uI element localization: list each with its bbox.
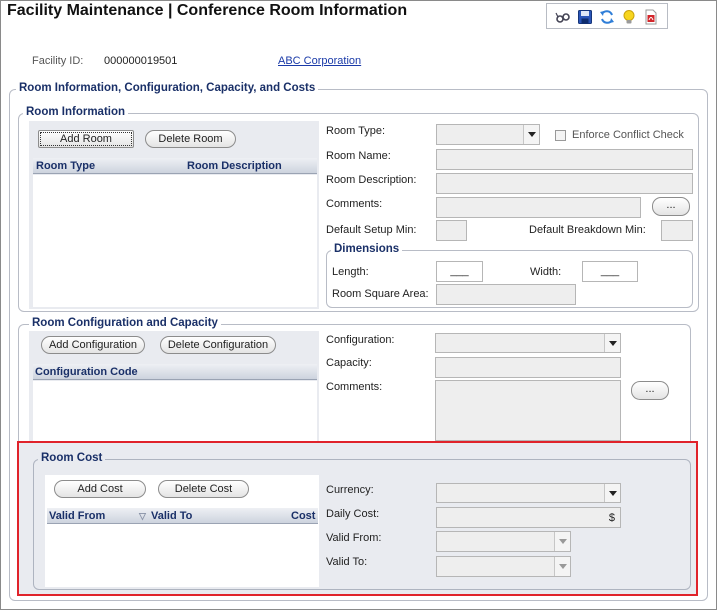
- room-type-label: Room Type:: [326, 125, 386, 137]
- room-comments-label: Comments:: [326, 198, 383, 210]
- length-value: ___: [450, 265, 469, 277]
- chevron-down-icon[interactable]: [523, 125, 539, 144]
- pdf-icon[interactable]: [643, 9, 659, 25]
- room-square-area-field[interactable]: [436, 284, 576, 305]
- chevron-down-icon[interactable]: [604, 334, 620, 352]
- width-field[interactable]: ___: [582, 261, 638, 282]
- length-field[interactable]: ___: [436, 261, 483, 282]
- default-setup-label: Default Setup Min:: [326, 224, 417, 236]
- room-description-field[interactable]: [436, 173, 693, 194]
- company-link[interactable]: ABC Corporation: [278, 55, 361, 67]
- default-breakdown-label: Default Breakdown Min:: [529, 224, 646, 236]
- capacity-field[interactable]: [435, 357, 621, 378]
- enforce-conflict-label: Enforce Conflict Check: [572, 129, 684, 141]
- toolbar: [546, 3, 668, 29]
- refresh-icon[interactable]: [599, 9, 615, 25]
- room-comments-ellipsis-button[interactable]: ...: [652, 197, 690, 216]
- room-comments-field[interactable]: [436, 197, 641, 218]
- add-configuration-button[interactable]: Add Configuration: [41, 336, 145, 354]
- add-room-button[interactable]: Add Room: [38, 130, 134, 148]
- delete-room-button[interactable]: Delete Room: [145, 130, 236, 148]
- room-grid-body[interactable]: [33, 175, 317, 307]
- configuration-comments-label: Comments:: [326, 381, 383, 393]
- enforce-conflict-checkbox[interactable]: [555, 130, 566, 141]
- highlight-box: [17, 441, 698, 596]
- room-description-column[interactable]: Room Description: [187, 160, 282, 172]
- room-type-select[interactable]: [436, 124, 540, 145]
- room-type-column[interactable]: Room Type: [36, 160, 95, 172]
- facility-id-label: Facility ID:: [32, 55, 84, 67]
- dimensions-legend: Dimensions: [331, 243, 403, 255]
- configuration-code-column[interactable]: Configuration Code: [35, 366, 138, 378]
- room-info-legend: Room Information: [23, 106, 129, 118]
- configuration-grid-body[interactable]: [33, 381, 317, 450]
- delete-configuration-button[interactable]: Delete Configuration: [160, 336, 276, 354]
- capacity-label: Capacity:: [326, 357, 372, 369]
- configuration-grid-header: Configuration Code: [33, 364, 317, 380]
- page-title: Facility Maintenance | Conference Room I…: [7, 2, 408, 19]
- configuration-comments-field[interactable]: [435, 380, 621, 441]
- configuration-legend: Room Configuration and Capacity: [29, 317, 221, 329]
- default-setup-field[interactable]: [436, 220, 467, 241]
- default-breakdown-field[interactable]: [661, 220, 693, 241]
- save-icon[interactable]: [577, 9, 593, 25]
- configuration-label: Configuration:: [326, 334, 395, 346]
- main-section-legend: Room Information, Configuration, Capacit…: [16, 82, 319, 94]
- room-grid-header: Room Type Room Description: [33, 158, 317, 174]
- room-name-label: Room Name:: [326, 150, 391, 162]
- room-name-field[interactable]: [436, 149, 693, 170]
- spectacles-icon[interactable]: [555, 9, 571, 25]
- length-label: Length:: [332, 266, 369, 278]
- lightbulb-icon[interactable]: [621, 9, 637, 25]
- width-label: Width:: [530, 266, 562, 278]
- facility-id-value: 000000019501: [104, 55, 178, 67]
- configuration-comments-ellipsis-button[interactable]: ...: [631, 381, 669, 400]
- configuration-select[interactable]: [435, 333, 621, 353]
- room-description-label: Room Description:: [326, 174, 417, 186]
- room-square-area-label: Room Square Area:: [332, 288, 429, 300]
- width-value: ___: [600, 265, 620, 277]
